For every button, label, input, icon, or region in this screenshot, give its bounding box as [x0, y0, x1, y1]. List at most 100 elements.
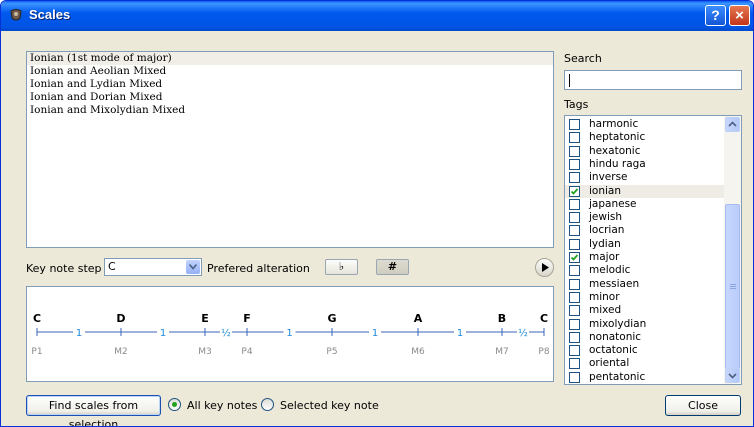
tag-checkbox[interactable] [569, 119, 580, 130]
tag-item[interactable]: lydian [565, 238, 725, 251]
tag-checkbox[interactable] [569, 252, 580, 263]
scale-staff: C P1 D M2 E M3 F P4 G P5 A M6 B M7 C P8 1 1 ½ 1 1 1 ½ [26, 286, 554, 382]
tag-item[interactable]: inverse [565, 171, 725, 184]
list-item[interactable]: Ionian and Mixolydian Mixed [27, 104, 553, 117]
tag-checkbox[interactable] [569, 318, 580, 330]
tag-checkbox[interactable] [569, 172, 580, 184]
check-icon [570, 254, 579, 261]
tag-item[interactable]: japanese [565, 198, 725, 211]
step-label: 1 [76, 328, 82, 339]
tag-item[interactable]: major [565, 251, 725, 264]
tag-checkbox[interactable] [569, 265, 580, 277]
tag-item[interactable]: harmonic [565, 118, 725, 131]
tag-item[interactable]: minor [565, 291, 725, 304]
tag-item[interactable]: nonatonic [565, 331, 725, 344]
tag-item[interactable]: pentatonic [565, 371, 725, 384]
list-item[interactable]: Ionian (1st mode of major) [27, 52, 553, 65]
tag-checkbox[interactable] [569, 132, 580, 144]
scales-list[interactable]: Ionian (1st mode of major) Ionian and Ae… [26, 51, 554, 248]
scroll-down-button[interactable] [725, 368, 740, 383]
tag-label: locrian [589, 224, 625, 237]
tag-label: hexatonic [589, 144, 641, 157]
radio-all-key-notes[interactable] [168, 398, 181, 411]
key-note-select[interactable]: C [104, 258, 202, 276]
tags-label: Tags [564, 98, 589, 111]
tags-scrollbar[interactable] [724, 116, 741, 384]
search-label: Search [564, 52, 602, 65]
interval-label: P4 [241, 347, 252, 357]
scroll-thumb[interactable] [725, 204, 740, 369]
tag-item[interactable]: octatonic [565, 344, 725, 357]
tag-item[interactable]: jewish [565, 211, 725, 224]
radio-selected-key-note[interactable] [261, 398, 274, 411]
radio-selected-dot [172, 402, 177, 407]
tags-list[interactable]: harmonic heptatonic hexatonic hindu raga inv… [564, 115, 742, 385]
tag-item[interactable]: oriental [565, 357, 725, 370]
tag-label: messiaen [589, 277, 640, 290]
help-button[interactable]: ? [705, 5, 726, 26]
play-button[interactable] [535, 258, 554, 277]
window-title: Scales [29, 7, 71, 22]
interval-label: M2 [114, 347, 128, 357]
tag-label: minor [589, 290, 620, 303]
grip-line [730, 286, 736, 287]
key-note-label: Key note step [26, 262, 102, 275]
tag-checkbox[interactable] [569, 278, 580, 290]
note-label: C [33, 312, 41, 325]
tag-item[interactable]: ionian [565, 184, 725, 198]
tag-item[interactable]: hexatonic [565, 145, 725, 158]
list-item[interactable]: Ionian and Aeolian Mixed [27, 65, 553, 78]
scale-diagram: C P1 D M2 E M3 F P4 G P5 A M6 B M7 C P8 1 1 ½ 1 1 1 ½ [31, 312, 549, 357]
tag-label: oriental [589, 357, 630, 370]
flat-button[interactable]: ♭ [325, 259, 358, 275]
tag-label: nonatonic [589, 330, 642, 343]
radio-all-label: All key notes [187, 399, 258, 412]
interval-label: M3 [198, 347, 212, 357]
tag-label: major [589, 251, 620, 263]
grip-line [730, 284, 736, 285]
tag-label: mixed [589, 304, 622, 317]
app-icon [10, 9, 22, 21]
chevron-down-icon[interactable] [186, 260, 200, 274]
tag-checkbox[interactable] [569, 345, 580, 357]
list-item[interactable]: Ionian and Lydian Mixed [27, 78, 553, 91]
note-label: C [540, 312, 548, 325]
tag-checkbox[interactable] [569, 305, 580, 317]
tag-checkbox[interactable] [569, 145, 580, 157]
interval-label: P1 [31, 347, 42, 357]
tag-item[interactable]: locrian [565, 224, 725, 237]
tag-checkbox[interactable] [569, 331, 580, 343]
tag-checkbox[interactable] [569, 225, 580, 237]
tag-item[interactable]: mixolydian [565, 318, 725, 331]
tag-checkbox[interactable] [569, 185, 580, 197]
tag-checkbox[interactable] [569, 238, 580, 250]
interval-label: P8 [538, 347, 549, 357]
tag-item[interactable]: hindu raga [565, 158, 725, 171]
step-label: 1 [286, 328, 292, 339]
tag-checkbox[interactable] [569, 371, 580, 383]
tag-item[interactable]: messiaen [565, 278, 725, 291]
step-label: 1 [372, 328, 378, 339]
tag-checkbox[interactable] [569, 291, 580, 303]
grip-line [730, 288, 736, 289]
window-close-button[interactable]: × [729, 5, 750, 26]
close-button[interactable]: Close [665, 395, 741, 416]
tag-checkbox[interactable] [569, 198, 580, 210]
tag-checkbox[interactable] [569, 212, 580, 224]
tag-checkbox[interactable] [569, 158, 580, 170]
radio-selected-label: Selected key note [280, 399, 379, 412]
scroll-up-button[interactable] [725, 117, 740, 132]
tag-checkbox[interactable] [569, 358, 580, 370]
play-icon [542, 263, 549, 272]
tag-item[interactable]: melodic [565, 264, 725, 277]
note-label: G [327, 312, 336, 325]
find-scales-button[interactable]: Find scales from selection [26, 395, 161, 426]
note-label: E [201, 312, 209, 325]
chevron-down-icon [728, 373, 737, 379]
tag-label: japanese [589, 197, 637, 210]
search-input[interactable] [564, 70, 742, 90]
tag-item[interactable]: mixed [565, 304, 725, 317]
sharp-button[interactable]: # [376, 259, 409, 275]
tag-item[interactable]: heptatonic [565, 131, 725, 144]
list-item[interactable]: Ionian and Dorian Mixed [27, 91, 553, 104]
